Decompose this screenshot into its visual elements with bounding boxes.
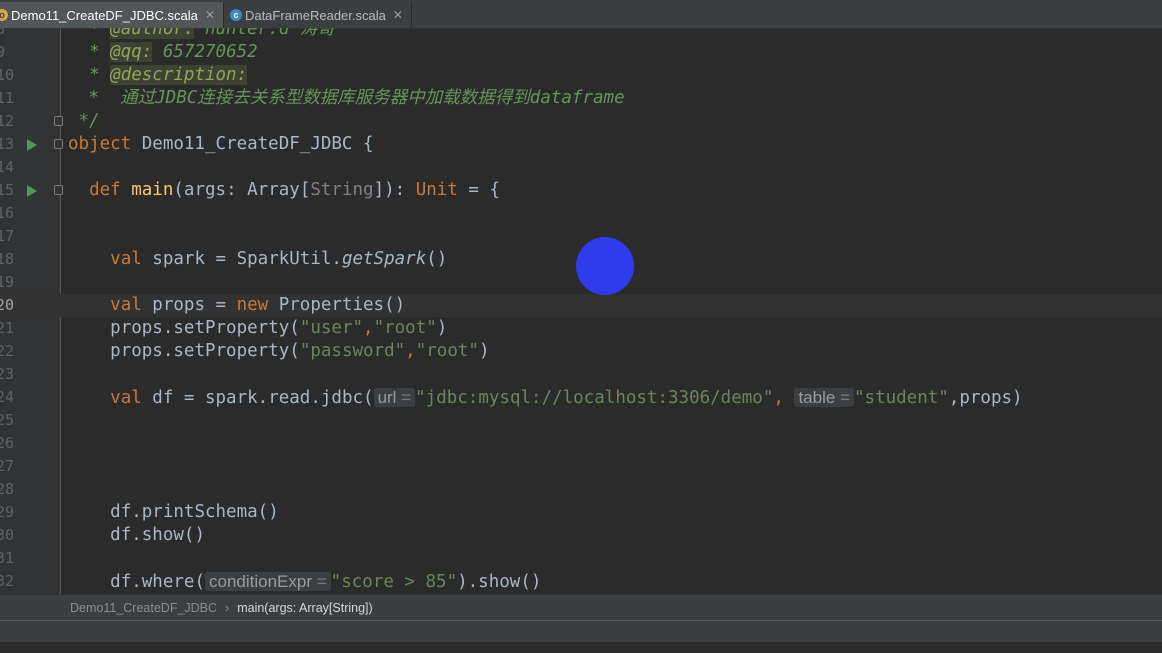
line-number: 17 <box>0 227 15 245</box>
code-line: 27 <box>0 455 1162 478</box>
scala-object-icon: o <box>0 9 8 21</box>
code-line: 13 object Demo11_CreateDF_JDBC { <box>0 133 1162 156</box>
line-number: 27 <box>0 457 15 475</box>
code-line-current: 20 val props = new Properties() <box>0 294 1162 317</box>
fold-icon[interactable] <box>54 185 63 195</box>
line-number: 28 <box>0 480 15 498</box>
status-strip <box>0 642 1162 653</box>
close-icon[interactable]: ✕ <box>393 8 403 22</box>
line-number: 10 <box>0 66 15 84</box>
code-line: 25 <box>0 409 1162 432</box>
line-number: 32 <box>0 572 15 590</box>
code-line: 31 <box>0 547 1162 570</box>
code-line: 24 val df = spark.read.jdbc(url = "jdbc:m… <box>0 386 1162 409</box>
line-number: 19 <box>0 273 15 291</box>
line-number: 21 <box>0 319 15 337</box>
tab-demo11[interactable]: o Demo11_CreateDF_JDBC.scala ✕ <box>0 2 224 28</box>
line-number: 24 <box>0 388 15 406</box>
line-number: 9 <box>0 43 6 61</box>
line-number: 23 <box>0 365 15 383</box>
line-number: 29 <box>0 503 15 521</box>
line-number: 22 <box>0 342 15 360</box>
line-number: 26 <box>0 434 15 452</box>
breadcrumb-separator: › <box>225 600 230 615</box>
tab-dataframereader[interactable]: c DataFrameReader.scala ✕ <box>224 2 412 28</box>
line-number: 14 <box>0 158 15 176</box>
param-hint-condition: conditionExpr = <box>204 572 331 591</box>
code-line: 23 <box>0 363 1162 386</box>
code-line: 11 * 通过JDBC连接去关系型数据库服务器中加载数据得到dataframe <box>0 87 1162 110</box>
code-line: 10 * @description: <box>0 64 1162 87</box>
code-editor[interactable]: 8 * @author: hunter.d 涛哥 9 * @qq: 657270… <box>0 28 1162 594</box>
code-line: 32 df.where(conditionExpr = "score > 85")… <box>0 570 1162 593</box>
code-line: 12 */ <box>0 110 1162 133</box>
code-line: 26 <box>0 432 1162 455</box>
fold-icon[interactable] <box>54 116 63 126</box>
fold-icon[interactable] <box>54 139 63 149</box>
line-number: 18 <box>0 250 15 268</box>
mouse-cursor-highlight <box>576 237 634 295</box>
close-icon[interactable]: ✕ <box>205 8 215 22</box>
run-icon[interactable] <box>27 185 37 197</box>
code-line: 29 df.printSchema() <box>0 501 1162 524</box>
line-number: 13 <box>0 135 15 153</box>
breadcrumb-method[interactable]: main(args: Array[String]) <box>237 601 372 615</box>
breadcrumb: Demo11_CreateDF_JDBC › main(args: Array[… <box>0 594 1162 620</box>
param-hint-url: url = <box>373 388 416 407</box>
breadcrumb-object[interactable]: Demo11_CreateDF_JDBC <box>70 601 217 615</box>
line-number: 31 <box>0 549 15 567</box>
code-line: 14 <box>0 156 1162 179</box>
line-number: 25 <box>0 411 15 429</box>
tab-label: Demo11_CreateDF_JDBC.scala <box>11 7 198 23</box>
line-number: 16 <box>0 204 15 222</box>
param-hint-table: table = <box>794 388 854 407</box>
code-line: 9 * @qq: 657270652 <box>0 41 1162 64</box>
line-number: 20 <box>0 296 15 314</box>
code-line: 8 * @author: hunter.d 涛哥 <box>0 28 1162 41</box>
editor-tab-bar: o Demo11_CreateDF_JDBC.scala ✕ c DataFra… <box>0 0 1162 29</box>
run-icon[interactable] <box>27 139 37 151</box>
code-line: 17 <box>0 225 1162 248</box>
line-number: 12 <box>0 112 15 130</box>
line-number: 30 <box>0 526 15 544</box>
tab-label: DataFrameReader.scala <box>244 7 386 23</box>
code-line: 22 props.setProperty("password","root") <box>0 340 1162 363</box>
tool-window-bar <box>0 620 1162 643</box>
line-number: 8 <box>0 28 6 38</box>
code-line: 15 def main(args: Array[String]): Unit =… <box>0 179 1162 202</box>
code-line: 28 <box>0 478 1162 501</box>
code-line: 30 df.show() <box>0 524 1162 547</box>
line-number: 15 <box>0 181 15 199</box>
code-line: 16 <box>0 202 1162 225</box>
line-number: 11 <box>0 89 15 107</box>
scala-class-icon: c <box>229 9 242 21</box>
code-line: 21 props.setProperty("user","root") <box>0 317 1162 340</box>
